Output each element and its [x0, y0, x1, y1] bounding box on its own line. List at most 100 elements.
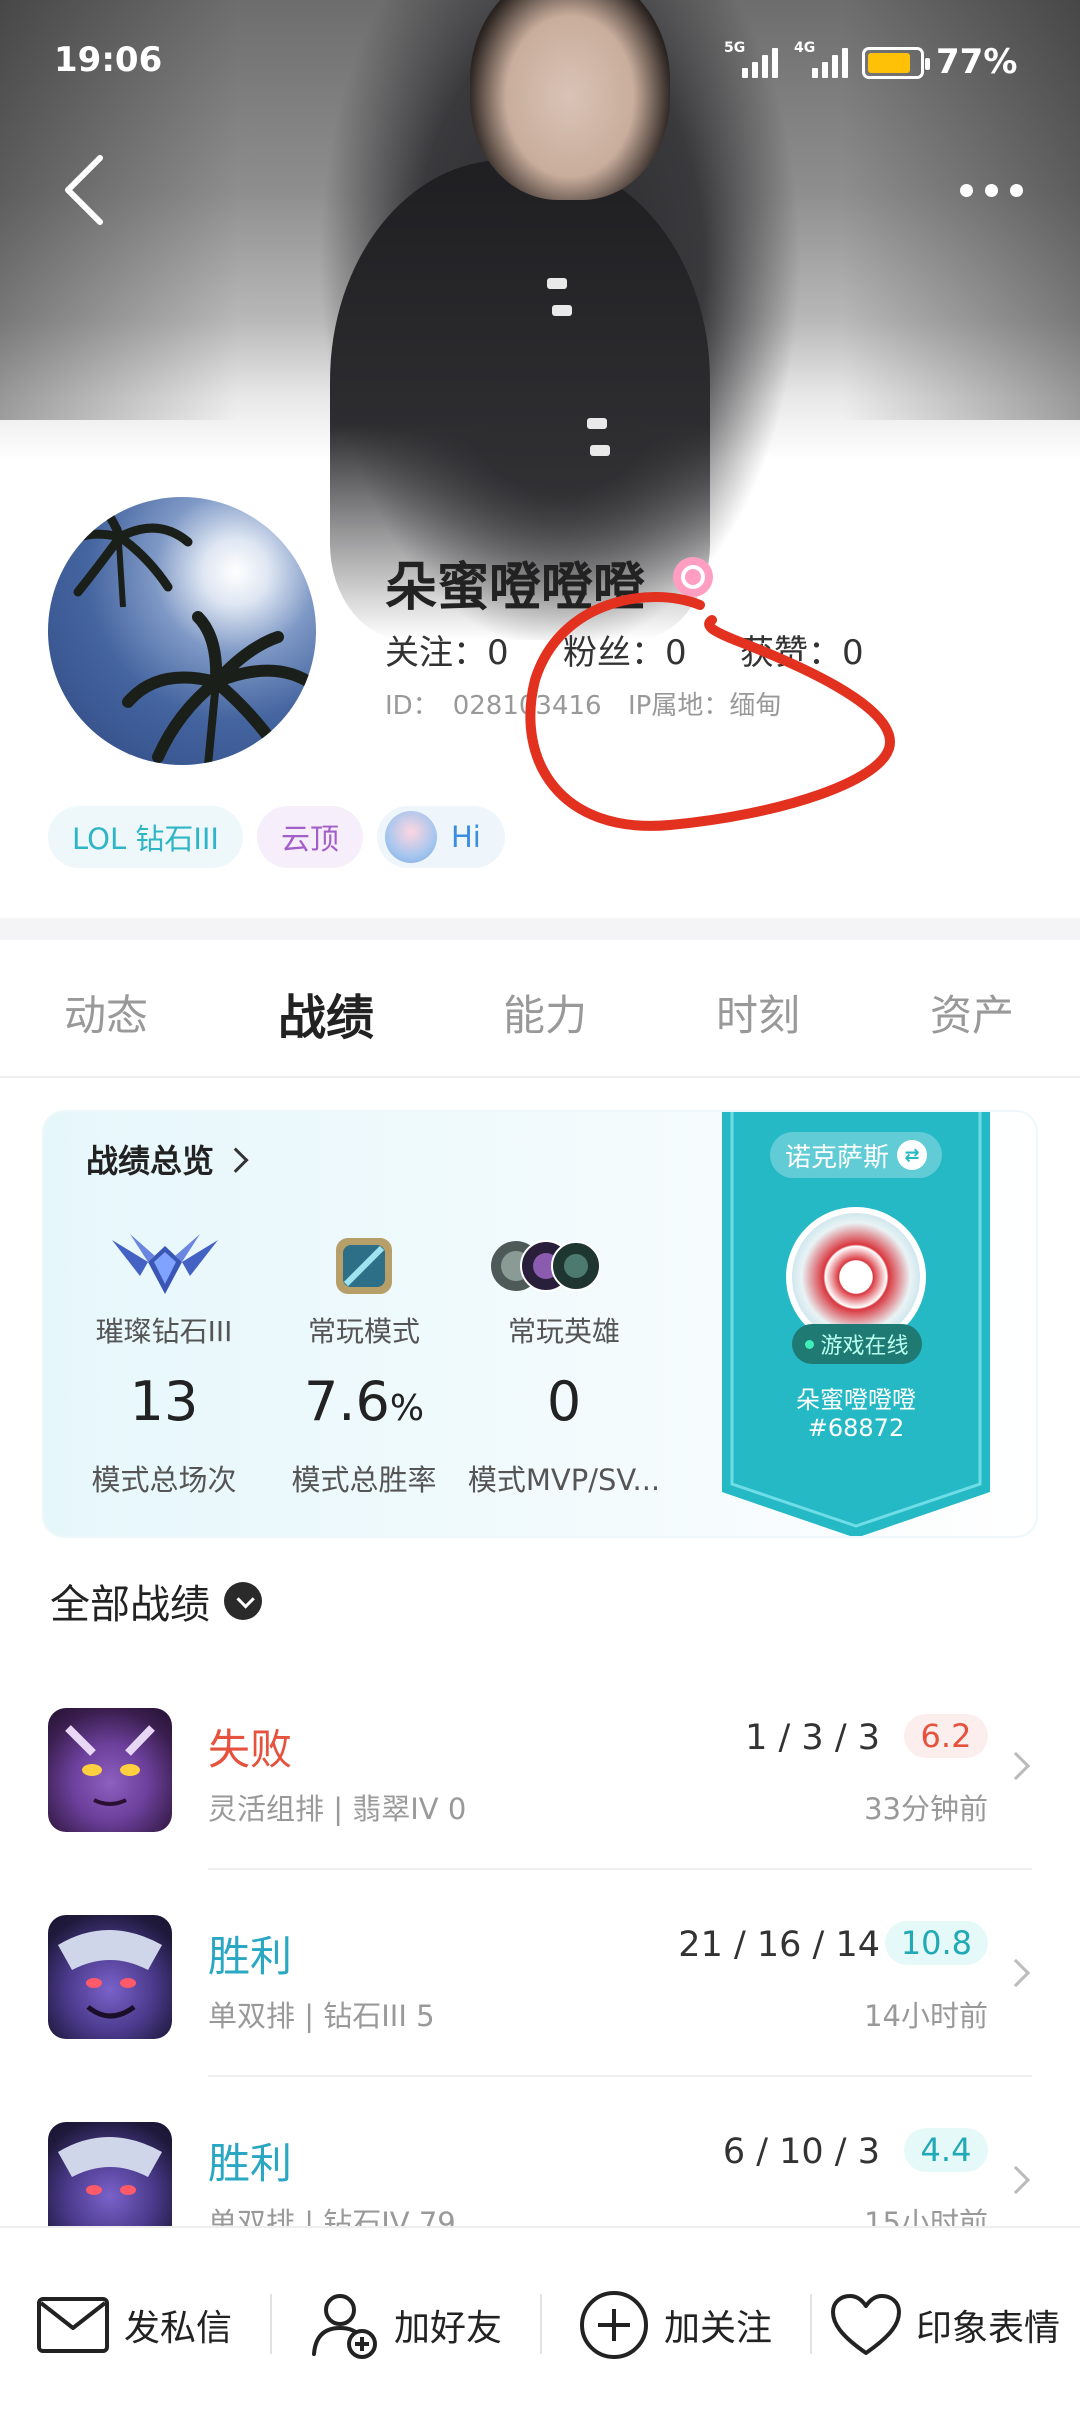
ip-location-value: 缅甸: [729, 691, 782, 721]
user-id: ID： 028103416: [385, 685, 602, 722]
match-mode: 单双排 | 钻石III 5: [208, 1999, 435, 2033]
user-id-label: ID：: [385, 691, 439, 721]
add-friend-label: 加好友: [394, 2308, 503, 2349]
ip-location: IP属地：缅甸: [628, 685, 781, 722]
chevron-right-icon: [223, 1147, 249, 1173]
tab-records[interactable]: 战绩: [278, 978, 374, 1048]
total-matches-label: 模式总场次: [91, 1463, 237, 1497]
follow-button[interactable]: 加关注: [578, 2290, 772, 2360]
champion-avatar-icon: [48, 1915, 172, 2039]
section-divider: [0, 918, 1080, 940]
fans-count: 0: [665, 633, 687, 673]
server-banner[interactable]: 诺克萨斯 ⇄ 游戏在线 朵蜜噔噔噔 #68872: [722, 1112, 990, 1536]
bottom-separator: [270, 2294, 272, 2354]
chevron-right-icon: [1001, 1958, 1031, 1988]
likes-count: 0: [842, 633, 864, 673]
fans-label: 粉丝：: [563, 633, 665, 673]
diamond-rank-icon: [110, 1232, 220, 1302]
swap-icon: ⇄: [897, 1140, 927, 1170]
status-bar: 19:06 5G 4G 77%: [0, 0, 1080, 120]
match-score-badge: 10.8: [884, 1921, 988, 1965]
coat-button: [587, 418, 607, 429]
records-header-label: 全部战绩: [50, 1582, 210, 1628]
signal-4g-icon: 4G: [790, 40, 860, 80]
row-divider: [208, 1868, 1032, 1870]
signal-5g-icon: 5G: [712, 40, 782, 80]
coat-button: [552, 305, 572, 316]
plus-circle-icon: [580, 2291, 648, 2359]
likes-stat[interactable]: 获赞：0: [740, 625, 864, 674]
impression-button[interactable]: 印象表情: [830, 2290, 1060, 2360]
add-user-icon: [312, 2294, 377, 2359]
hi-avatar-icon: [385, 811, 437, 863]
online-status-badge: 游戏在线: [792, 1324, 922, 1364]
add-friend-button[interactable]: 加好友: [310, 2290, 502, 2360]
mode-label: 常玩模式: [307, 1315, 420, 1348]
match-time: 33分钟前: [864, 1792, 988, 1826]
tab-dynamic[interactable]: 动态: [64, 982, 148, 1043]
tab-moments[interactable]: 时刻: [716, 982, 800, 1043]
impression-label: 印象表情: [916, 2308, 1061, 2349]
tab-assets[interactable]: 资产: [930, 982, 1014, 1043]
battery-percent: 77%: [936, 42, 1018, 82]
profile-tags: LOL 钻石III 云顶 Hi: [48, 806, 505, 868]
envelope-icon: [37, 2297, 109, 2353]
game-player-tag: #68872: [807, 1414, 905, 1442]
total-matches-value: 13: [129, 1370, 199, 1433]
send-message-label: 发私信: [124, 2308, 233, 2349]
tab-ability[interactable]: 能力: [503, 982, 587, 1043]
fans-stat[interactable]: 粉丝：0: [563, 625, 687, 674]
chevron-right-icon: [1001, 2165, 1031, 2195]
chevron-right-icon: [1001, 1751, 1031, 1781]
chevron-down-icon: [224, 1582, 262, 1620]
tag-tft[interactable]: 云顶: [256, 806, 363, 868]
server-name: 诺克萨斯: [784, 1142, 889, 1173]
ip-location-label: IP属地：: [628, 691, 730, 721]
win-rate-label: 模式总胜率: [291, 1463, 437, 1497]
follow-label: 关注：: [385, 633, 487, 673]
back-button[interactable]: [60, 150, 110, 230]
win-rate-value: 7.6%: [259, 1370, 469, 1433]
send-message-button[interactable]: 发私信: [36, 2290, 232, 2360]
match-record-row[interactable]: 失败 灵活组排 | 翡翠IV 0 1 / 3 / 3 6.2 33分钟前: [0, 1708, 1080, 1915]
records-filter-dropdown[interactable]: 全部战绩: [50, 1572, 262, 1630]
likes-label: 获赞：: [740, 633, 842, 673]
tag-label: 云顶: [280, 822, 339, 856]
heart-icon: [831, 2294, 901, 2355]
champion-avatars-icon: [490, 1236, 601, 1300]
battery-fill: [868, 53, 910, 73]
server-switch-button[interactable]: 诺克萨斯 ⇄: [770, 1132, 942, 1178]
user-id-value: 028103416: [452, 691, 602, 721]
overview-title-link[interactable]: 战绩总览: [86, 1136, 249, 1182]
more-dot-icon: [1010, 183, 1023, 197]
follow-stat[interactable]: 关注：0: [385, 625, 509, 674]
match-kda: 21 / 16 / 14: [678, 1925, 880, 1965]
tag-label: Hi: [451, 820, 481, 854]
row-divider: [208, 2075, 1032, 2077]
coat-button: [590, 445, 610, 456]
bottom-separator: [540, 2294, 542, 2354]
coat-button: [547, 278, 567, 289]
online-dot-icon: [805, 1339, 815, 1349]
match-score-badge: 6.2: [904, 1714, 988, 1758]
win-rate-number: 7.6: [303, 1370, 390, 1433]
match-record-row[interactable]: 胜利 单双排 | 钻石III 5 21 / 16 / 14 10.8 14小时前: [0, 1915, 1080, 2122]
verified-badge-icon[interactable]: [673, 557, 713, 597]
match-mode: 灵活组排 | 翡翠IV 0: [208, 1792, 467, 1826]
bottom-action-bar: 发私信 加好友 加关注 印象表情: [0, 2226, 1080, 2414]
rank-label: 璀璨钻石III: [95, 1315, 233, 1348]
champion-label: 常玩英雄: [507, 1315, 620, 1348]
avatar[interactable]: [48, 497, 316, 765]
tag-hi[interactable]: Hi: [377, 806, 505, 868]
follow-label: 加关注: [664, 2308, 773, 2349]
online-status-text: 游戏在线: [820, 1334, 909, 1359]
follow-count: 0: [487, 633, 509, 673]
match-score-badge: 4.4: [904, 2128, 988, 2172]
tag-lol-rank[interactable]: LOL 钻石III: [48, 806, 243, 868]
bottom-separator: [810, 2294, 812, 2354]
match-result: 胜利: [208, 2139, 293, 2188]
more-options-button[interactable]: [960, 175, 1030, 205]
overview-title: 战绩总览: [86, 1142, 215, 1180]
match-result: 失败: [208, 1725, 293, 1774]
chevron-left-icon: [65, 155, 103, 225]
